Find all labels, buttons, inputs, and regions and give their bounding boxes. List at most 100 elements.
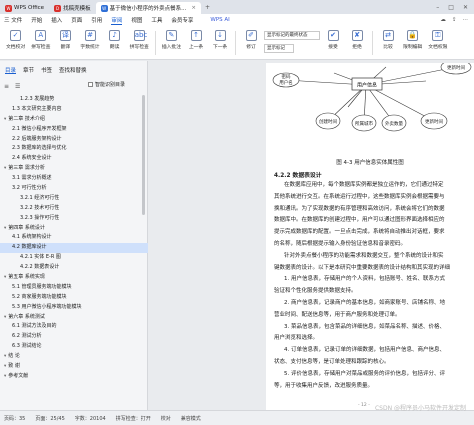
toc-item-label: 3.2 可行性分析 [12,185,47,192]
more-icon[interactable]: ⋯ [463,17,469,23]
wps-ai-button[interactable]: WPS AI [210,17,229,23]
toc-item[interactable]: ▾ 致 谢 [0,362,148,372]
menu-item[interactable]: 开始 [31,16,42,24]
reject-button[interactable]: ✘ 拒绝 [346,29,368,51]
cloud-icon[interactable]: ☁ [440,17,446,23]
toc-item[interactable]: 4.2 数据库设计 [0,243,148,254]
collapse-all-icon[interactable]: ☰ [15,83,20,90]
doc-permission-button[interactable]: ⚿ 文档权限 [426,29,449,51]
toc-item[interactable]: 6.1 测试方法及目的 [0,322,148,332]
menu-item[interactable]: 页面 [71,16,82,24]
toc-item-label: 第六章 系统测试 [8,313,45,320]
toc-item[interactable]: 6.3 测试结论 [0,342,148,352]
translate-button[interactable]: 译翻译 [54,29,76,51]
chevron-down-icon[interactable]: ▾ [4,226,6,231]
toc-item-label: 第三章 需求分析 [8,165,45,172]
toc-item[interactable]: 5.1 管理员服务端功能模块 [0,283,148,293]
smart-toc-toggle[interactable]: 智能识别目录 [88,81,125,88]
toc-item[interactable]: 3.2 可行性分析 [0,184,148,194]
chevron-down-icon[interactable]: ▾ [4,374,6,379]
smart-toc-checkbox[interactable] [88,82,93,87]
toc-item[interactable]: 5.3 用户微信小程序端功能模块 [0,303,148,313]
menu-item[interactable]: 会员专享 [171,16,193,24]
close-window-icon[interactable]: ✕ [463,4,468,11]
document-page[interactable]: 用户信息 密码 用户名 更新时间 创建时间 所属城市 外卖数量 更新时间 图 4… [266,63,474,410]
status-page[interactable]: 页码：35 [4,415,25,422]
toc-item[interactable]: 3.2.2 技术可行性 [0,204,148,214]
previous-button[interactable]: ↑ 上一条 [185,29,207,51]
track-changes-button[interactable]: ✐ 修订 [240,29,262,51]
toc-item[interactable]: 4.2.1 实体 E-R 图 [0,253,148,263]
expand-all-icon[interactable]: ≡ [4,83,9,90]
status-proof[interactable]: 校对 [161,415,171,422]
maximize-icon[interactable]: □ [448,4,454,11]
status-spell[interactable]: 拼写检查：打开 [116,415,151,422]
toc-item[interactable]: ▾ 参考文献 [0,372,148,382]
toc-item[interactable]: 2.4 系统安全设计 [0,154,148,164]
toc-item[interactable]: ▾ 第六章 系统测试 [0,313,148,323]
spell-icon: A [35,30,47,41]
insert-comment-button[interactable]: ✎ 插入批注 [160,29,183,51]
tab-sections[interactable]: 章节 [23,66,34,74]
toc-item[interactable]: ▾ 第四章 系统设计 [0,224,148,234]
toc-item[interactable]: 5.2 商家服务端功能模块 [0,293,148,303]
chevron-down-icon[interactable]: ▾ [4,166,6,171]
menu-item[interactable]: 插入 [51,16,62,24]
menu-item[interactable]: 引用 [91,16,102,24]
markup-group: 显示标记的最终状态 显示标记 [264,29,321,53]
close-tab-icon[interactable]: × [191,5,196,11]
read-aloud-button[interactable]: ♪ 朗读 [104,29,126,51]
text-line: 4. 订单信息表，记录订单的详细数据，包括用户信息、商户信息、 [284,347,445,354]
toc-item[interactable]: 2.2 后端服务架构设计 [0,135,148,145]
status-pages[interactable]: 页面：25/45 [35,415,64,422]
accept-button[interactable]: ✔ 接受 [322,29,344,51]
menu-file[interactable]: 三 文件 [4,16,22,24]
toc-item[interactable]: ▾ 第五章 系统实现 [0,273,148,283]
chevron-down-icon[interactable]: ▾ [4,364,6,369]
tab-find-replace[interactable]: 查找和替换 [59,66,87,74]
menu-item-review[interactable]: 审阅 [111,16,123,25]
display-mode-select[interactable]: 显示标记的最终状态 [264,31,321,40]
toc-item[interactable]: 2.3 数据库的选择与优化 [0,144,148,154]
toc-item[interactable]: 1.2.3 发展趋势 [0,95,148,105]
menu-item[interactable]: 视图 [131,16,142,24]
toc-item[interactable]: 4.2.2 数据表设计 [0,263,148,273]
proofread-button[interactable]: ✓ 文档校对 [4,29,27,51]
new-tab-icon[interactable]: + [205,4,210,11]
toc-item[interactable]: 1.3 本文研究主要内容 [0,105,148,115]
compare-button[interactable]: ⇄ 比较 [377,29,399,51]
word-count-button[interactable]: # 字数统计 [78,29,101,51]
tab-wps-office[interactable]: W WPS Office [0,2,49,14]
chevron-down-icon[interactable]: ▾ [4,354,6,359]
minimize-icon[interactable]: – [436,4,439,11]
toc-item-label: 2.3 数据库的选择与优化 [12,145,67,152]
toc-item[interactable]: 2.1 微信小程序开发框架 [0,125,148,135]
toc-item[interactable]: 4.1 系统架构设计 [0,233,148,243]
show-markup-select[interactable]: 显示标记 [264,44,295,53]
toc-item[interactable]: ▾ 结 论 [0,352,148,362]
menu-bar: 三 文件 开始 插入 页面 引用 审阅 视图 工具 会员专享 WPS AI ☁ … [0,14,474,26]
share-icon[interactable]: ⇪ [452,17,457,23]
spell-check-button[interactable]: A 拼写检查 [29,29,52,51]
chevron-down-icon[interactable]: ▾ [4,275,6,280]
toc-item[interactable]: 6.2 测试分析 [0,332,148,342]
sidebar-scrollbar[interactable] [142,95,145,215]
menu-item[interactable]: 工具 [151,16,162,24]
restrict-edit-button[interactable]: 🔒 限制编辑 [401,29,424,51]
chevron-down-icon[interactable]: ▾ [4,117,6,122]
tab-bookmarks[interactable]: 书签 [41,66,52,74]
toc-item[interactable]: ▾ 第三章 需求分析 [0,164,148,174]
document-icon: W [100,4,108,12]
spell-check-button-2[interactable]: abc 拼写检查 [128,29,151,51]
tab-toc[interactable]: 目录 [5,66,17,74]
toc-item[interactable]: 3.2.1 经济可行性 [0,194,148,204]
chevron-down-icon[interactable]: ▾ [4,315,6,320]
toc-item[interactable]: 3.2.3 操作可行性 [0,214,148,224]
tab-document[interactable]: W 基于微信小程序的外卖点餐系... × [95,2,201,14]
attr-label: 更新时间 [447,64,465,71]
next-button[interactable]: ↓ 下一条 [209,29,231,51]
status-words[interactable]: 字数：20104 [75,415,106,422]
toc-item[interactable]: 3.1 需求分析概述 [0,174,148,184]
toc-item[interactable]: ▾ 第二章 技术介绍 [0,115,148,125]
tab-template[interactable]: D 找稿壳模板 [49,2,96,14]
